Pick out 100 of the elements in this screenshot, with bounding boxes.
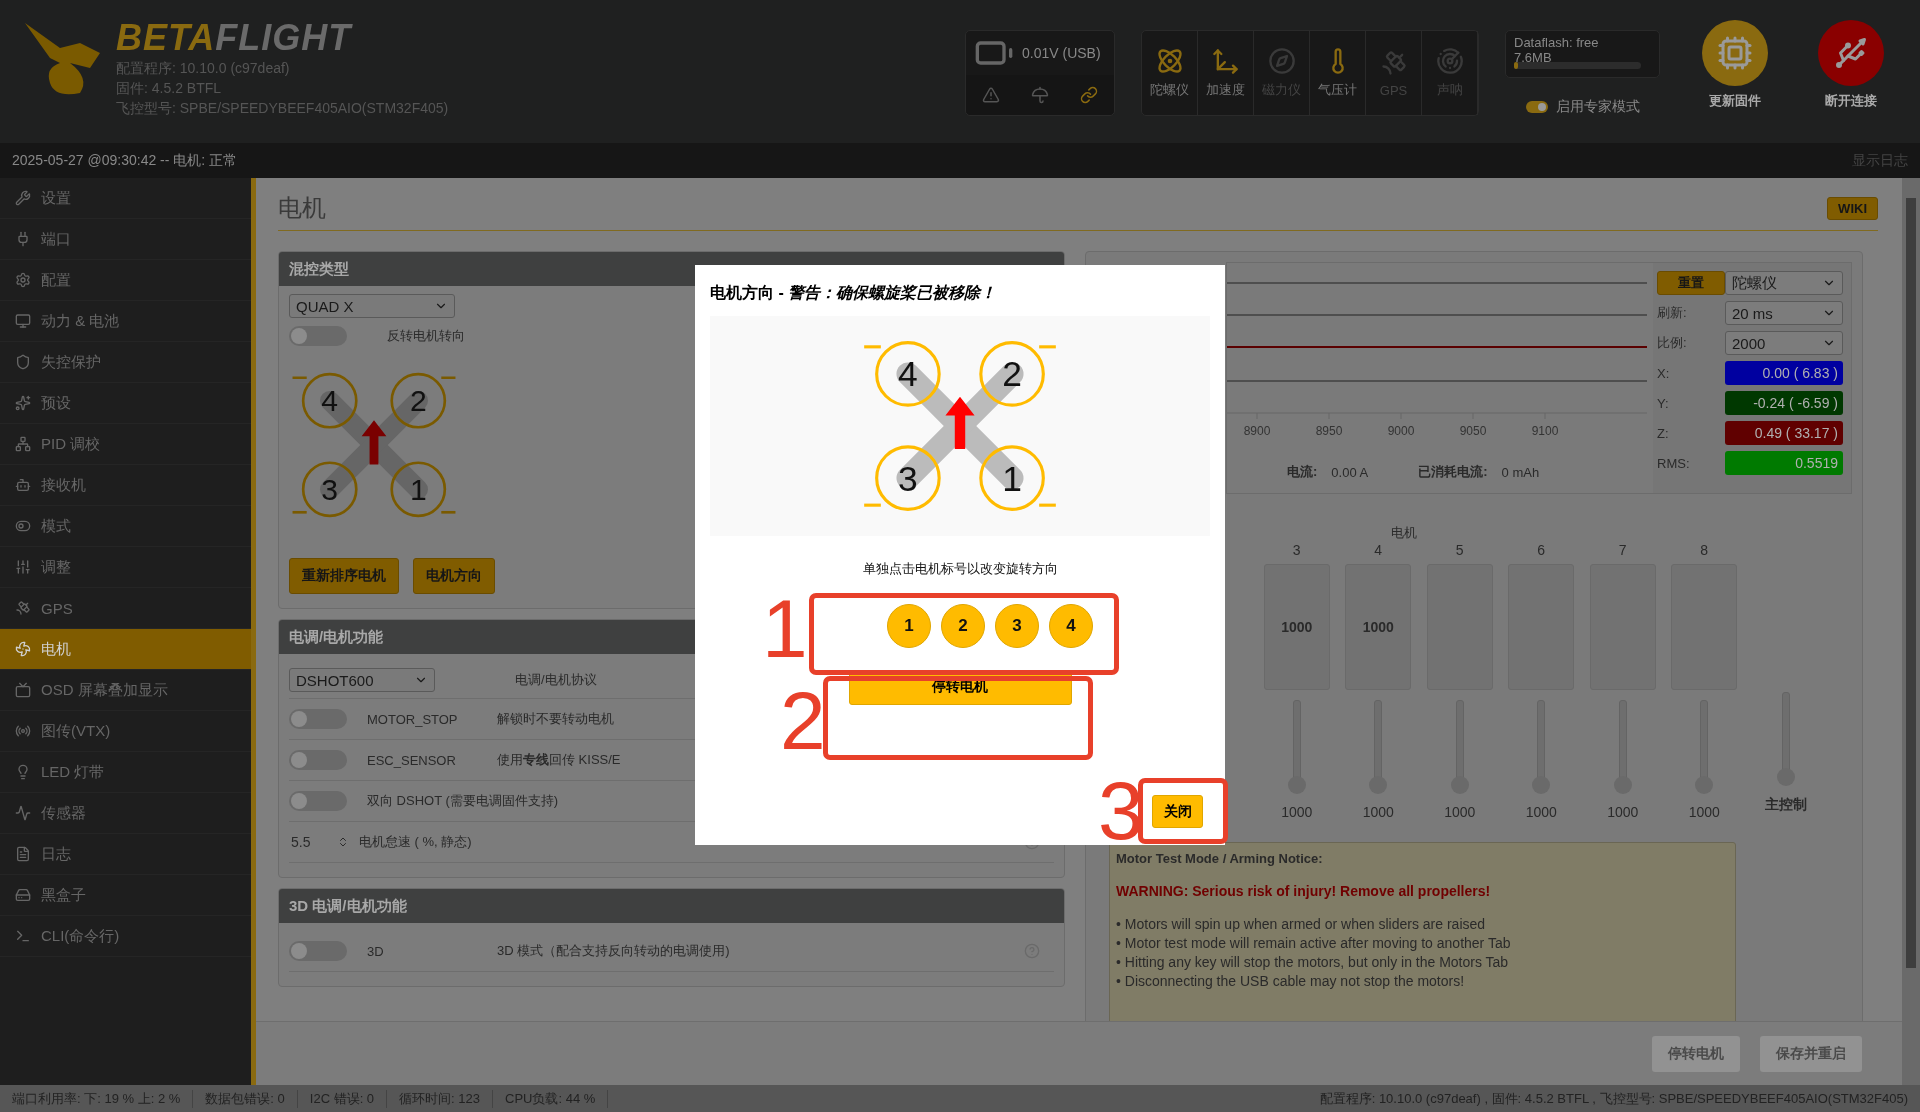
motor-number-button[interactable]: 3 (995, 604, 1039, 648)
protocol-select[interactable]: DSHOT600 (289, 668, 435, 692)
sidebar-item[interactable]: 动力 & 电池 (0, 301, 251, 342)
umbrella-icon (1031, 86, 1049, 104)
motors-title: 电机 (1391, 525, 1417, 540)
mixer-button[interactable]: 电机方向 (413, 558, 495, 594)
satellite-icon (1379, 48, 1408, 77)
number-field[interactable]: 5.5 (289, 830, 349, 854)
monitor-icon (15, 313, 31, 329)
control-label: 比例: (1657, 334, 1688, 352)
control-label: 刷新: (1657, 304, 1688, 322)
motor-value: 主控制 (1764, 796, 1807, 814)
sidebar-item[interactable]: 接收机 (0, 465, 251, 506)
motor-number: 4 (321, 384, 339, 418)
mixer-select[interactable]: QUAD X (289, 294, 455, 318)
axis-label: RMS: (1657, 455, 1691, 471)
mixer-button[interactable]: 重新排序电机 (289, 558, 399, 594)
motor-label: 7 (1618, 542, 1627, 560)
sidebar-item[interactable]: 配置 (0, 260, 251, 301)
pulse-icon (15, 805, 31, 821)
sensor-select[interactable]: 陀螺仪 (1725, 271, 1843, 295)
control-select[interactable]: 20 ms (1725, 301, 1843, 325)
motor-value: 1000 (1281, 804, 1313, 820)
network-icon (15, 436, 31, 452)
sensor-label: 气压计 (1318, 81, 1357, 99)
reset-button[interactable]: 重置 (1657, 271, 1725, 295)
toggle-switch[interactable] (289, 941, 347, 961)
motor-number: 3 (321, 472, 339, 506)
motor-label: 6 (1537, 542, 1546, 560)
sidebar-item[interactable]: 传感器 (0, 793, 251, 834)
sidebar-item[interactable]: 端口 (0, 219, 251, 260)
terminal-icon (15, 928, 31, 944)
page-title: 电机 (278, 193, 326, 223)
feature-description: 解锁时不要转动电机 (497, 710, 614, 728)
sidebar-item[interactable]: 电机 (0, 629, 251, 670)
sidebar-item[interactable]: LED 灯带 (0, 752, 251, 793)
toggle-switch[interactable] (289, 750, 347, 770)
sidebar-item[interactable]: OSD 屏幕叠加显示 (0, 670, 251, 711)
axes-icon (1211, 47, 1240, 75)
sidebar-item[interactable]: 设置 (0, 178, 251, 219)
expert-mode-label: 启用专家模式 (1555, 98, 1640, 116)
wiki-button[interactable]: WIKI (1827, 196, 1878, 220)
footer-button[interactable]: 保存并重启 (1760, 1035, 1862, 1072)
notice-title: Motor Test Mode / Arming Notice: (1116, 851, 1324, 866)
panel-title: 3D 电调/电机功能 (279, 889, 1064, 923)
sidebar-item[interactable]: 黑盒子 (0, 875, 251, 916)
expert-mode-toggle[interactable] (1525, 101, 1548, 113)
sidebar-item[interactable]: CLI(命令行) (0, 916, 251, 957)
sliders-icon (15, 559, 31, 575)
axis-label: Y: (1657, 395, 1670, 411)
sensor-label: 加速度 (1206, 81, 1245, 99)
scrollbar-thumb[interactable] (1906, 198, 1916, 968)
motor-number-button[interactable]: 4 (1049, 604, 1093, 648)
motor-value: 1000 (1444, 804, 1476, 820)
feature-description: 电机怠速 ( %, 静态) (359, 833, 472, 851)
protocol-label: 电调/电机协议 (515, 671, 597, 689)
spinner-arrows-icon[interactable] (337, 836, 349, 848)
control-select[interactable]: 2000 (1725, 331, 1843, 355)
fan-icon (15, 641, 31, 657)
action-label: 断开连接 (1825, 92, 1877, 110)
usb-icon (1833, 35, 1869, 71)
motor-number: 4 (898, 354, 918, 395)
sparkles-icon (15, 395, 31, 411)
motor-output-bar: 1000 (1345, 564, 1412, 690)
battery-voltage: 0.01V (USB) (1022, 45, 1101, 61)
sidebar-item[interactable]: 模式 (0, 506, 251, 547)
dialog-title: 电机方向 - 警告：确保螺旋桨已被移除！ (710, 283, 998, 303)
notice-bullet: • Motors will spin up when armed or when sliders are raised (1116, 916, 1487, 932)
axis-tick-label: 9000 (1387, 424, 1415, 438)
readout-label: 已消耗电流: (1418, 463, 1488, 481)
gear-icon (15, 272, 31, 288)
sidebar-item[interactable]: 调整 (0, 547, 251, 588)
toggle-icon (15, 518, 31, 534)
sidebar-item[interactable]: 失控保护 (0, 342, 251, 383)
motor-number-button[interactable]: 1 (887, 604, 931, 648)
sidebar-item[interactable]: PID 调校 (0, 424, 251, 465)
notice-bullet: • Disconnecting the USB cable may not stop the motors! (1116, 973, 1466, 989)
motor-number: 1 (409, 472, 427, 506)
action-label: 更新固件 (1709, 92, 1761, 110)
dialog-hint: 单独点击电机标号以改变旋转方向 (861, 560, 1059, 578)
hard-drive-icon (15, 887, 31, 903)
annotation-number: 2 (780, 680, 826, 762)
close-button[interactable]: 关闭 (1152, 795, 1203, 828)
toggle-switch[interactable] (289, 709, 347, 729)
feature-description: 3D 模式（配合支持反向转动的电调使用) (497, 942, 730, 960)
motor-number-button[interactable]: 2 (941, 604, 985, 648)
feature-description: 双向 DSHOT (需要电调固件支持) (367, 792, 559, 810)
sidebar-item[interactable]: 图传(VTX) (0, 711, 251, 752)
sidebar-item[interactable]: 日志 (0, 834, 251, 875)
axis-value: 0.5519 (1725, 451, 1843, 475)
axis-label: X: (1657, 365, 1671, 381)
annotation-number: 3 (1098, 770, 1144, 852)
axis-label: Z: (1657, 425, 1670, 441)
motor-label: 3 (1292, 542, 1301, 560)
footer-button[interactable]: 停转电机 (1652, 1035, 1740, 1072)
readout-label: 电流: (1287, 463, 1318, 481)
toggle-switch[interactable] (289, 326, 347, 346)
motor-label: 5 (1455, 542, 1464, 560)
sidebar-item[interactable]: 预设 (0, 383, 251, 424)
toggle-switch[interactable] (289, 791, 347, 811)
